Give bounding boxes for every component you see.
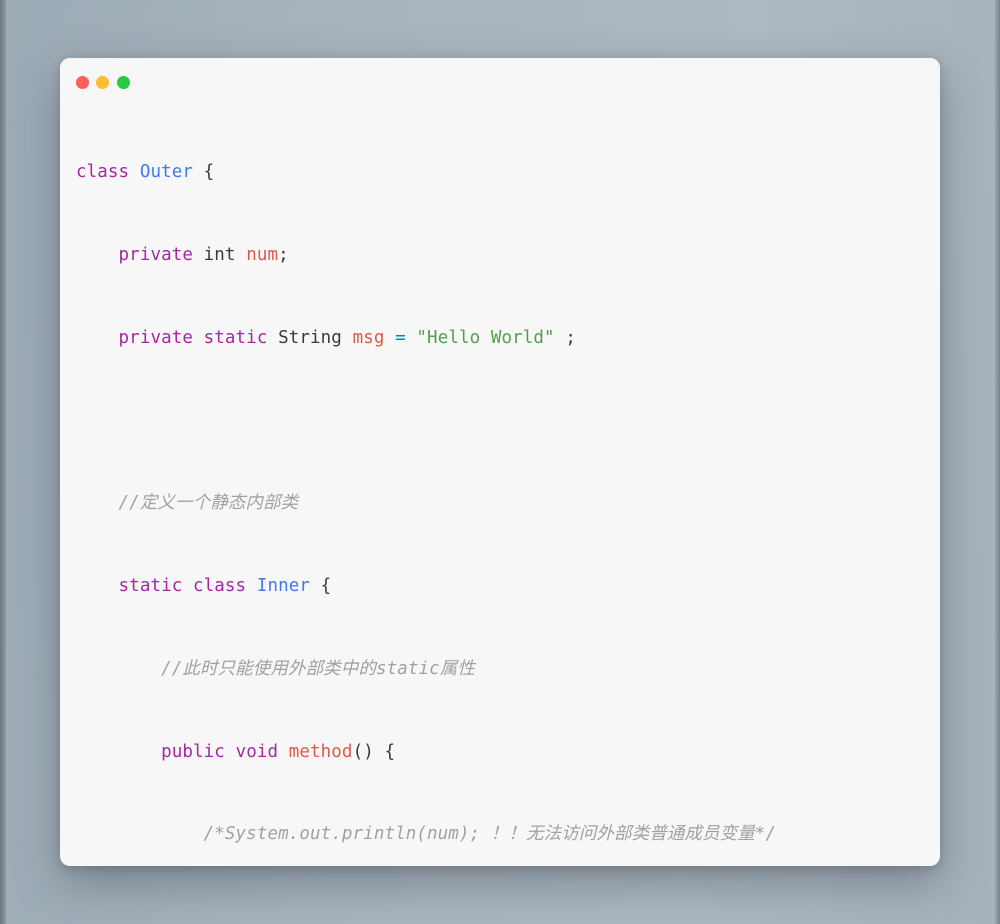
code-line-8: public void method() { <box>76 739 924 767</box>
code-line-1: class Outer { <box>76 159 924 187</box>
keyword-public: public <box>161 741 225 762</box>
code-line-9: /*System.out.println(num); ！！无法访问外部类普通成员… <box>76 821 924 849</box>
code-window: class Outer { private int num; private s… <box>60 58 940 866</box>
code-line-2: private int num; <box>76 242 924 270</box>
field-msg: msg <box>352 327 385 348</box>
semicolon: ; <box>278 244 289 265</box>
code-editor-content[interactable]: class Outer { private int num; private s… <box>60 104 940 866</box>
close-window-button[interactable] <box>76 76 89 89</box>
semicolon: ; <box>565 327 576 348</box>
minimize-window-button[interactable] <box>96 76 109 89</box>
brace-open: { <box>193 162 215 183</box>
desktop-right-edge <box>995 0 1000 924</box>
comment-static-only: //此时只能使用外部类中的static属性 <box>161 658 475 679</box>
code-line-7: //此时只能使用外部类中的static属性 <box>76 656 924 684</box>
block-comment-cannot-access-instance-field: /*System.out.println(num); ！！无法访问外部类普通成员… <box>203 824 777 845</box>
code-line-3: private static String msg = "Hello World… <box>76 325 924 353</box>
desktop-left-edge <box>0 0 6 924</box>
parens-brace: () { <box>352 741 396 762</box>
keyword-class: class <box>76 162 130 183</box>
field-num: num <box>246 244 279 265</box>
keyword-static: static <box>203 327 268 348</box>
class-name-inner: Inner <box>256 576 311 597</box>
class-name-outer: Outer <box>139 162 194 183</box>
desktop-background: class Outer { private int num; private s… <box>0 0 1000 924</box>
keyword-class: class <box>193 576 247 597</box>
comment-define-static-inner-class: //定义一个静态内部类 <box>118 493 299 514</box>
maximize-window-button[interactable] <box>117 76 130 89</box>
string-hello-world: "Hello World" <box>416 327 555 348</box>
brace-open: { <box>310 576 332 597</box>
keyword-private: private <box>118 244 193 265</box>
method-name-method: method <box>288 741 353 762</box>
keyword-private: private <box>118 327 193 348</box>
code-line-5: //定义一个静态内部类 <box>76 490 924 518</box>
type-int: int <box>203 244 236 265</box>
code-line-6: static class Inner { <box>76 573 924 601</box>
type-string: String <box>278 327 342 348</box>
keyword-void: void <box>235 741 279 762</box>
keyword-static: static <box>118 576 183 597</box>
window-titlebar[interactable] <box>60 58 940 104</box>
operator-assign: = <box>395 327 406 348</box>
